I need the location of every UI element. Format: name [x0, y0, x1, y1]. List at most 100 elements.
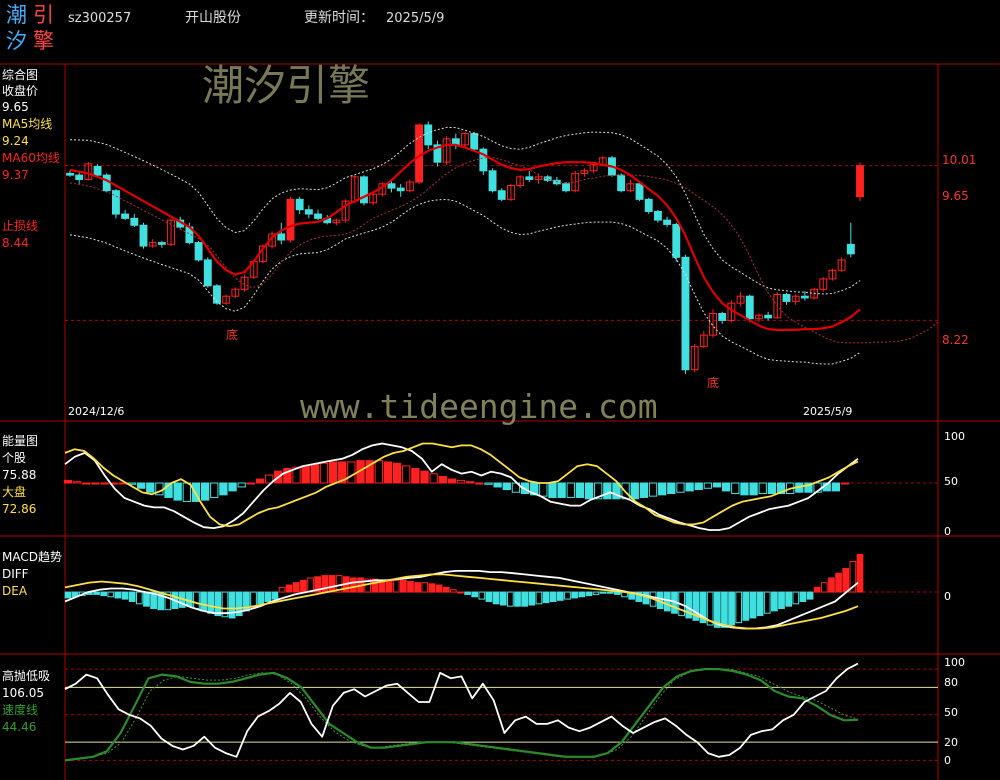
macd-bar	[350, 577, 357, 593]
energy-bar	[840, 482, 850, 485]
macd-bar	[471, 591, 479, 598]
macd-bar	[250, 591, 257, 607]
candle-body	[745, 295, 754, 320]
candle-body	[396, 187, 405, 192]
macd-bar	[542, 591, 550, 604]
update-label: 更新时间：	[304, 10, 374, 26]
energy-bar	[237, 482, 246, 488]
macd-bar	[585, 591, 593, 597]
macd-bar	[64, 591, 72, 599]
energy-tick-100: 100	[944, 430, 965, 443]
energy-bar	[411, 468, 420, 484]
energy-bar	[447, 478, 457, 484]
candle-body	[617, 174, 626, 192]
speed-value: 44.46	[2, 720, 37, 734]
energy-bar	[749, 482, 758, 496]
macd-bar	[842, 568, 850, 593]
candle-body	[130, 217, 139, 226]
energy-bar	[200, 482, 210, 501]
logo-char-1: 潮	[6, 3, 27, 27]
candle-body	[75, 174, 84, 180]
energy-bar	[722, 482, 731, 492]
energy-bar	[100, 482, 109, 485]
candle-body	[672, 223, 681, 258]
macd-bar	[271, 591, 279, 600]
speed-label: 速度线	[2, 703, 39, 717]
macd-bar	[556, 591, 564, 601]
macd-bar	[428, 583, 436, 593]
energy-bar	[328, 461, 338, 484]
macd-bar	[856, 553, 864, 593]
candle-body	[470, 133, 479, 150]
candle-body	[121, 213, 130, 219]
macd-bar	[521, 591, 529, 607]
candle-body	[562, 183, 570, 192]
macd-bar	[442, 586, 450, 593]
close-value: 9.65	[2, 100, 29, 114]
macd-bar	[399, 579, 407, 593]
macd-title: MACD趋势	[2, 550, 62, 564]
energy-bar	[648, 482, 658, 497]
macd-bar	[385, 579, 393, 593]
macd-bar	[564, 591, 571, 600]
macd-bar	[264, 591, 272, 602]
macd-bar	[728, 591, 735, 626]
candle-body	[387, 183, 396, 189]
main-tick-1: 10.01	[942, 153, 977, 167]
macd-bar	[763, 591, 771, 614]
candle-body	[764, 314, 773, 319]
energy-stock-label: 个股	[2, 451, 27, 465]
macd-bar	[742, 591, 750, 621]
logo-char-2: 引	[33, 3, 54, 27]
macd-bar	[571, 591, 578, 599]
macd-bar	[121, 591, 129, 600]
macd-bar	[207, 591, 215, 614]
energy-bar	[392, 462, 402, 484]
stock-name: 开山股份	[185, 10, 241, 26]
macd-bar	[799, 591, 807, 602]
candle-body	[111, 190, 120, 215]
energy-bar	[566, 482, 575, 498]
lower-band-line	[69, 198, 861, 365]
macd-bar	[792, 591, 800, 605]
watermark-url: www.tideengine.com	[300, 387, 658, 426]
macd-bar	[599, 591, 607, 594]
candle-body	[424, 124, 433, 146]
macd-bar	[143, 591, 150, 607]
macd-bar	[107, 591, 115, 598]
macd-bar	[813, 586, 821, 593]
main-tick-2: 9.65	[942, 189, 969, 203]
energy-bar	[493, 482, 502, 488]
macd-bar	[328, 575, 336, 593]
energy-bar	[402, 465, 411, 484]
date-end: 2025/5/9	[803, 405, 853, 418]
update-date: 2025/5/9	[386, 11, 445, 26]
energy-bar	[146, 482, 155, 493]
ma60-value: 9.37	[2, 168, 29, 182]
macd-bar	[535, 591, 543, 605]
macd-bar	[785, 591, 793, 607]
candle-body	[653, 210, 662, 221]
energy-bar	[136, 482, 146, 489]
hl-tick-100: 100	[944, 656, 965, 669]
macd-bar	[292, 582, 300, 593]
bottom-mark-2: 底	[707, 376, 720, 390]
macd-bar	[499, 591, 507, 606]
energy-bar	[63, 479, 73, 484]
watermark-title: 潮汐引擎	[202, 61, 371, 110]
energy-bar	[210, 482, 219, 498]
macd-bar	[507, 591, 514, 607]
hl-tick-20: 20	[944, 736, 958, 749]
macd-diff-label: DIFF	[2, 567, 29, 581]
energy-bar	[429, 473, 438, 484]
macd-bar	[200, 591, 207, 612]
macd-bar	[128, 591, 136, 602]
macd-bar	[528, 591, 536, 606]
energy-bar	[639, 482, 649, 498]
candle-body	[314, 213, 322, 219]
macd-bar	[806, 591, 814, 600]
energy-bar	[301, 465, 310, 484]
energy-bar	[767, 482, 777, 495]
energy-bar	[246, 482, 255, 485]
macd-bar	[93, 591, 100, 595]
